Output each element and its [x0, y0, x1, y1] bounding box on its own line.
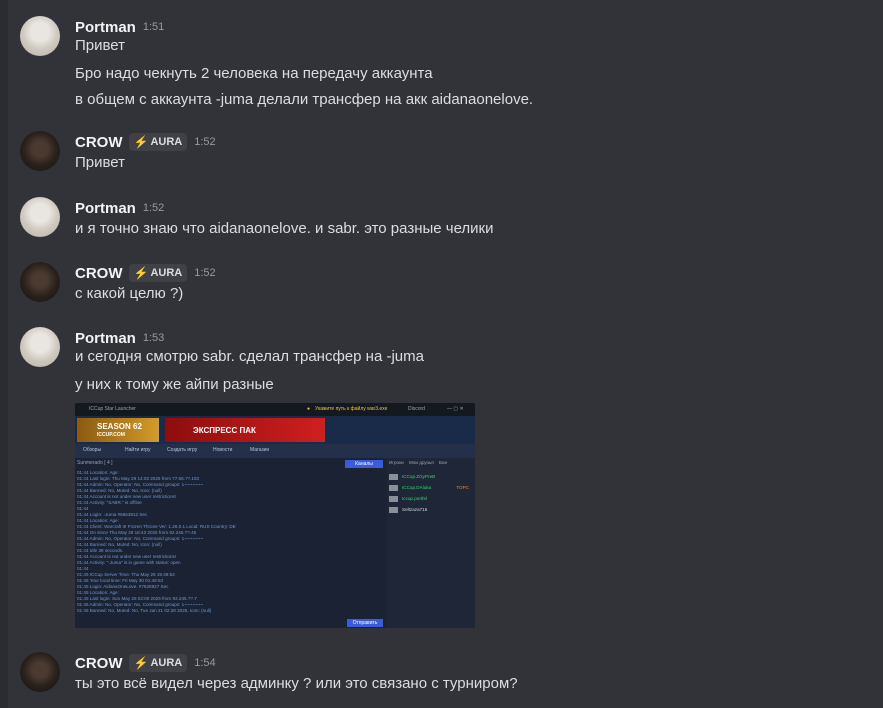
author-name[interactable]: Portman	[75, 330, 136, 347]
player-name: Iccup.portfel	[402, 496, 428, 501]
avatar[interactable]	[20, 131, 60, 171]
channels-button[interactable]: Каналы	[345, 460, 383, 468]
player-flag-icon	[389, 484, 398, 491]
timestamp: 1:51	[142, 21, 165, 33]
send-button[interactable]: Отправить	[347, 619, 383, 627]
message-text: ты это всё видел через админку ? или это…	[75, 675, 518, 692]
avatar[interactable]	[20, 16, 60, 56]
player-name: ICCup.ZGyPreB	[402, 474, 436, 479]
author-name[interactable]: Portman	[75, 19, 136, 36]
launcher-tab[interactable]: Новости	[213, 447, 232, 453]
launcher-banner: SEASON 62 ICCUP.COM ЭКСПРЕСС ПАК	[75, 416, 475, 444]
player-row[interactable]: ICCup.ZGyPreB	[389, 472, 473, 481]
message-text: в общем с аккаунта -juma делали трансфер…	[75, 91, 534, 108]
timestamp: 1:52	[142, 202, 165, 214]
badge-label: AURA	[150, 657, 183, 669]
player-tag: TOPC	[456, 485, 469, 490]
author-name[interactable]: CROW	[75, 655, 123, 672]
sidebar-tab[interactable]: Мои друзья	[409, 460, 434, 465]
avatar[interactable]	[20, 262, 60, 302]
chat-log: 01:44 Location: Age: 01:44 Last login: Th…	[77, 470, 377, 614]
message-text: Привет	[75, 37, 126, 54]
sidebar-tabs: Игроки Мои друзья Бан	[387, 460, 475, 469]
chat-log-line: 01:45 Banned: No, Muted: No, Tue Jan 21 …	[77, 608, 212, 613]
message-text: Бро надо чекнуть 2 человека на передачу …	[75, 65, 433, 82]
author-name[interactable]: CROW	[75, 134, 123, 151]
player-flag-icon	[389, 506, 398, 513]
author-name[interactable]: CROW	[75, 265, 123, 282]
message-text: у них к тому же айпи разные	[75, 376, 274, 393]
warning-icon: ●	[307, 406, 311, 412]
promo-label: ЭКСПРЕСС ПАК	[193, 426, 256, 435]
player-name: Seltzaza716	[402, 507, 428, 512]
player-row[interactable]: Iccup.portfel	[389, 494, 473, 503]
author-name[interactable]: Portman	[75, 200, 136, 217]
player-name: ICCup.DAluka	[402, 485, 432, 490]
launcher-tab[interactable]: Создать игру	[167, 447, 197, 453]
launcher-tab[interactable]: Найти игру	[125, 447, 151, 453]
launcher-tabs: Обзоры Найти игру Создать игру Новости М…	[75, 444, 475, 458]
avatar[interactable]	[20, 652, 60, 692]
aura-badge[interactable]: ⚡ AURA	[128, 654, 188, 672]
avatar[interactable]	[20, 327, 60, 367]
timestamp: 1:54	[194, 657, 216, 669]
player-flag-icon	[389, 495, 398, 502]
image-attachment[interactable]: ICCup Star Launcher ● Укажите путь к фай…	[75, 403, 475, 628]
chat-header: Sunmerado [ 4 ]	[77, 460, 113, 466]
message-text: Привет	[75, 154, 126, 171]
aura-badge[interactable]: ⚡ AURA	[128, 133, 188, 151]
message-text: и я точно знаю что aidanaonelove. и sabr…	[75, 220, 494, 237]
timestamp: 1:52	[194, 136, 216, 148]
launcher-tab[interactable]: Обзоры	[83, 447, 101, 453]
timestamp: 1:53	[142, 332, 165, 344]
launcher-chat: Sunmerado [ 4 ] Каналы 01:44 Location: A…	[75, 458, 385, 628]
avatar[interactable]	[20, 197, 60, 237]
player-row[interactable]: Seltzaza716	[389, 505, 473, 514]
message-text: и сегодня смотрю sabr. сделал трансфер н…	[75, 348, 424, 365]
sidebar-tab[interactable]: Бан	[439, 460, 447, 465]
sidebar-tab[interactable]: Игроки	[389, 460, 404, 465]
player-row[interactable]: ICCup.DAluka TOPC	[389, 483, 473, 492]
message-text: с какой целю ?)	[75, 285, 184, 302]
launcher-tab[interactable]: Магазин	[250, 447, 269, 453]
lightning-icon: ⚡	[133, 656, 149, 670]
window-controls-icon: — ▢ ✕	[447, 406, 464, 412]
badge-label: AURA	[150, 267, 183, 279]
player-flag-icon	[389, 473, 398, 480]
launcher-titlebar: ICCup Star Launcher ● Укажите путь к фай…	[75, 403, 475, 416]
left-panel-edge	[0, 0, 8, 708]
badge-label: AURA	[150, 136, 183, 148]
launcher-notice: Укажите путь к файлу war3.exe	[315, 406, 388, 412]
lightning-icon: ⚡	[133, 135, 149, 149]
season-banner: SEASON 62 ICCUP.COM	[77, 418, 159, 442]
season-label: SEASON 62	[97, 422, 142, 431]
lightning-icon: ⚡	[133, 266, 149, 280]
aura-badge[interactable]: ⚡ AURA	[128, 264, 188, 282]
discord-label: Discord	[408, 406, 425, 412]
promo-banner: ЭКСПРЕСС ПАК	[165, 418, 325, 442]
launcher-sidebar: Игроки Мои друзья Бан ICCup.ZGyPreB ICCup…	[387, 458, 475, 628]
launcher-title: ICCup Star Launcher	[89, 406, 136, 412]
timestamp: 1:52	[194, 267, 216, 279]
season-site: ICCUP.COM	[97, 432, 125, 438]
